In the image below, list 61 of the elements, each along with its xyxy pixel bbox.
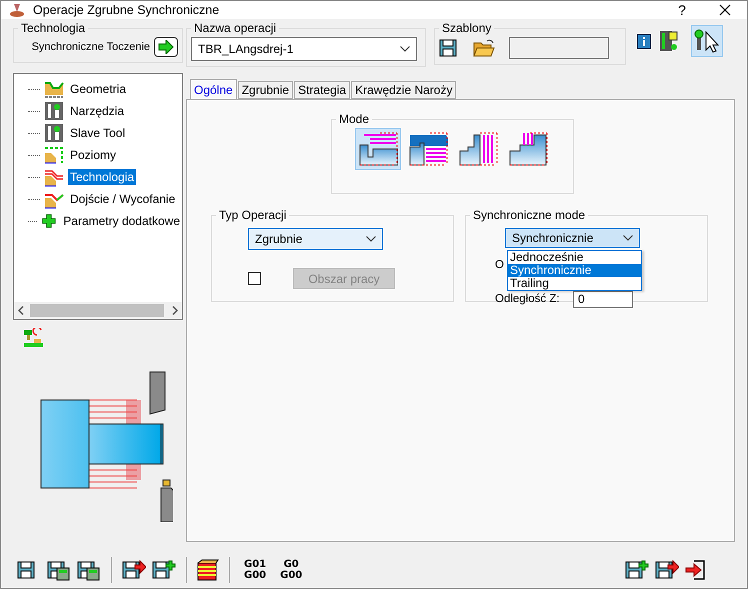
save-calculator-icon[interactable] <box>47 559 71 581</box>
tool-holder-icon <box>44 123 64 143</box>
technology-value: Synchroniczne Toczenie <box>32 41 150 53</box>
contour-turning-icon <box>408 131 448 167</box>
save-calculator-icon[interactable] <box>77 559 101 581</box>
save-export-icon[interactable] <box>122 559 146 581</box>
scroll-left-icon[interactable] <box>18 306 24 315</box>
tree-item[interactable]: Narzędzia <box>68 103 126 119</box>
tree-item[interactable]: Geometria <box>68 81 128 97</box>
window-title: Operacje Zgrubne Synchroniczne <box>33 3 220 17</box>
checkbox[interactable] <box>248 272 261 285</box>
scrollbar-thumb[interactable] <box>30 304 164 317</box>
field-label: Odległość Z: <box>495 293 561 305</box>
tab[interactable]: Strategia <box>294 81 350 99</box>
operation-type-dropdown[interactable]: Zgrubnie <box>248 228 383 250</box>
gcode-button[interactable]: G01 G00 <box>240 559 270 581</box>
tab[interactable]: Zgrubnie <box>238 81 294 99</box>
tool-holder-icon <box>44 101 64 121</box>
group-label: Typ Operacji <box>218 208 288 222</box>
info-icon[interactable] <box>637 34 651 48</box>
tool-change-icon[interactable] <box>23 328 45 348</box>
close-icon[interactable] <box>719 4 731 16</box>
save-export-icon[interactable] <box>655 559 679 581</box>
exit-icon[interactable] <box>685 559 707 581</box>
group-label: Technologia <box>20 21 86 35</box>
tree-item[interactable]: Technologia <box>68 169 136 185</box>
plunge-turning-icon <box>508 131 548 167</box>
cursor-tool-icon <box>694 28 720 54</box>
mode-button[interactable] <box>354 128 400 170</box>
dropdown-option[interactable]: Jednocześnie <box>508 251 641 264</box>
tab[interactable]: Krawędzie Naroży <box>351 81 456 99</box>
tree-geometry-icon <box>44 79 64 99</box>
layers-icon[interactable] <box>197 559 219 581</box>
tree-item[interactable]: Poziomy <box>68 147 118 163</box>
operation-name-dropdown[interactable]: TBR_LAngsdrej-1 <box>191 37 417 61</box>
help-button[interactable]: ? <box>667 1 697 19</box>
save-add-icon[interactable] <box>152 559 176 581</box>
dropdown-option[interactable]: Trailing <box>508 277 641 290</box>
tree-item[interactable]: Dojście / Wycofanie <box>68 191 178 207</box>
template-field[interactable] <box>509 37 609 59</box>
arrow-right-icon <box>158 40 174 54</box>
tree-item[interactable]: Parametry dodatkowe <box>61 213 182 229</box>
open-folder-icon[interactable] <box>473 38 495 58</box>
longitudinal-turning-icon <box>358 131 398 167</box>
group-label: Nazwa operacji <box>193 21 278 35</box>
distance-z-field[interactable]: 0 <box>573 290 633 308</box>
tab[interactable]: Ogólne <box>190 79 237 99</box>
sync-mode-dropdown[interactable]: Synchronicznie <box>505 228 640 248</box>
dropdown-option[interactable]: Synchronicznie <box>508 264 641 277</box>
face-turning-icon <box>458 131 498 167</box>
scroll-right-icon[interactable] <box>172 306 178 315</box>
levels-icon <box>44 145 64 165</box>
app-icon <box>9 2 25 18</box>
save-add-icon[interactable] <box>625 559 649 581</box>
next-button[interactable] <box>154 37 178 57</box>
group-label: Szablony <box>441 21 492 35</box>
select-tool-button[interactable] <box>691 25 723 57</box>
group-label: Mode <box>338 112 370 126</box>
tree-item[interactable]: Slave Tool <box>68 125 128 141</box>
gcode-button[interactable]: G0 G00 <box>276 559 306 581</box>
group-label: Synchroniczne mode <box>472 208 586 222</box>
